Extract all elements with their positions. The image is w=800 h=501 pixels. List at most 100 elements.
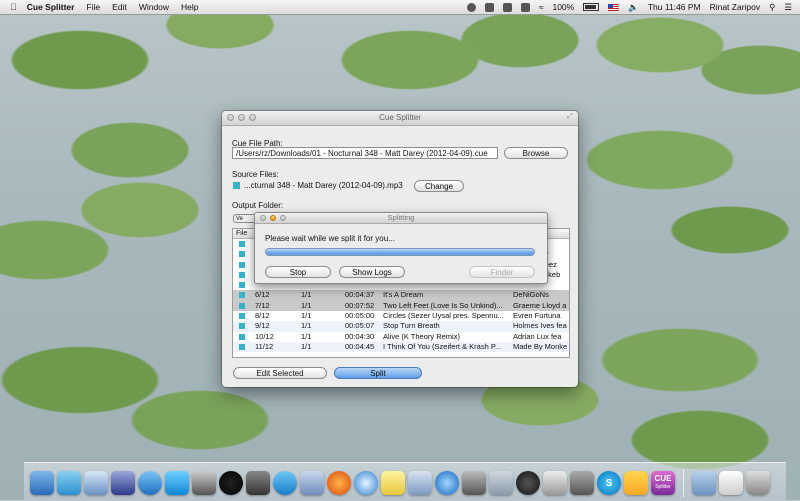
window-titlebar[interactable]: Cue Splitter ⤢ [222,111,578,126]
track-checkbox-icon[interactable] [239,323,245,330]
edit-selected-button[interactable]: Edit Selected [233,367,327,379]
track-time: 00:05:00 [345,311,375,321]
track-num: 8/12 [255,311,270,321]
wifi-icon[interactable]: ≈ [539,2,544,12]
mail-icon[interactable] [408,471,432,495]
track-checkbox-icon[interactable] [239,333,245,340]
source-file-name: ...cturnal 348 - Matt Darey (2012-04-09)… [244,181,403,190]
split-progress-fill [266,249,534,255]
stickies-icon[interactable] [381,471,405,495]
itunes-icon[interactable] [435,471,459,495]
track-checkbox-icon[interactable] [239,251,245,258]
track-checkbox-icon[interactable] [239,282,245,289]
track-checkbox-icon[interactable] [239,271,245,278]
splitting-titlebar[interactable]: Splitting [255,213,547,224]
show-logs-button[interactable]: Show Logs [339,266,405,278]
apple-menu-icon[interactable]:  [10,2,17,12]
clock[interactable]: Thu 11:46 PM [648,2,701,12]
splitting-minimize-button[interactable] [270,215,276,221]
network-icon[interactable] [138,471,162,495]
text-editor-icon[interactable] [84,471,108,495]
track-checkbox-icon[interactable] [239,313,245,320]
track-artist: DeNiGoNs [513,290,549,300]
menu-extras: ≈ 100% 🔈 Thu 11:46 PM Rinat Zaripov ⚲ ☰ [466,2,792,13]
volume-icon[interactable]: 🔈 [628,2,639,13]
split-button[interactable]: Split [334,367,422,379]
finder-icon[interactable] [30,471,54,495]
notification-center-icon[interactable]: ☰ [784,2,792,13]
documents-stack-icon[interactable] [719,471,743,495]
skype-icon[interactable]: S [597,471,621,495]
splitting-zoom-button[interactable] [280,215,286,221]
jetbrains-icon[interactable] [165,471,189,495]
track-checkbox-icon[interactable] [239,302,245,309]
firefox-icon[interactable] [327,471,351,495]
stop-button[interactable]: Stop [265,266,331,278]
status-icon[interactable] [466,2,476,12]
scissors-icon[interactable] [489,471,513,495]
table-row[interactable]: 9/12 1/1 00:05:07 Stop Turn Breath Holmes Iv… [233,321,569,332]
table-row[interactable]: 7/12 1/1 00:07:52 Two Left Feet (Love Is So… [233,300,569,312]
zoom-button[interactable] [249,114,256,121]
battery-percent[interactable]: 100% [552,2,574,12]
close-button[interactable] [227,114,234,121]
preview-icon[interactable] [300,471,324,495]
audio-file-icon [233,182,240,189]
track-disc: 1/1 [301,290,312,300]
track-time: 00:05:07 [345,321,375,331]
table-row[interactable]: 10/12 1/1 00:04:30 Alive (K Theory Remix) Ad… [233,332,569,342]
input-source-flag-icon[interactable] [608,3,620,11]
browse-button[interactable]: Browse [504,147,568,159]
menu-bar:  Cue Splitter File Edit Window Help ≈ 1… [0,0,800,15]
bluetooth-icon[interactable] [520,2,530,12]
user-name[interactable]: Rinat Zaripov [710,2,761,12]
fullscreen-icon[interactable]: ⤢ [566,113,574,121]
spotlight-search-icon[interactable]: ⚲ [769,2,775,13]
utility-icon[interactable] [192,471,216,495]
menu-edit[interactable]: Edit [112,2,127,12]
battery-icon[interactable] [583,3,600,11]
track-disc: 1/1 [301,311,312,321]
menu-file[interactable]: File [86,2,100,12]
tools-icon[interactable] [570,471,594,495]
track-checkbox-icon[interactable] [239,292,245,299]
camera-icon[interactable] [219,471,243,495]
menu-window[interactable]: Window [139,2,169,12]
window-title: Cue Splitter [379,113,421,122]
splitting-close-button[interactable] [260,215,266,221]
cue-splitter-dock-icon[interactable]: CUE Splitter [651,471,675,495]
splitting-traffic-lights [260,215,286,221]
table-row[interactable]: 11/12 1/1 00:04:45 I Think Of You (Szeifert… [233,341,569,353]
change-button[interactable]: Change [414,180,464,192]
document-icon[interactable] [543,471,567,495]
track-artist: Adrian Lux fea [513,331,562,341]
dashboard-icon[interactable] [516,471,540,495]
track-checkbox-icon[interactable] [239,241,245,247]
track-disc: 1/1 [301,341,312,351]
wunderlist-icon[interactable] [624,471,648,495]
app-store-icon[interactable] [57,471,81,495]
minimize-button[interactable] [238,114,245,121]
menu-help[interactable]: Help [181,2,198,12]
settings-icon[interactable] [462,471,486,495]
table-row[interactable]: 6/12 1/1 00:04:37 It's A Dream DeNiGoNs [233,290,569,301]
track-title: It's A Dream [383,290,424,300]
track-checkbox-icon[interactable] [239,261,245,268]
system-tool-icon[interactable] [246,471,270,495]
menu-app-name[interactable]: Cue Splitter [27,2,75,12]
trash-icon[interactable] [746,471,770,495]
track-artist: Graeme Lloyd a [513,300,567,310]
time-machine-icon[interactable] [502,2,512,12]
split-progress-bar [265,248,535,256]
xcode-icon[interactable] [111,471,135,495]
track-title: I Think Of You (Szeifert & Krash P... [383,341,502,351]
safari-app-store-icon[interactable] [273,471,297,495]
sync-icon[interactable] [484,2,494,12]
safari-icon[interactable] [354,471,378,495]
cue-path-field[interactable]: /Users/rz/Downloads/01 - Nocturnal 348 -… [232,147,498,159]
track-checkbox-icon[interactable] [239,343,245,350]
folder-icon[interactable] [692,471,716,495]
finder-button[interactable]: Finder [469,266,535,278]
output-folder-label: Output Folder: [232,201,284,210]
table-row[interactable]: 8/12 1/1 00:05:00 Circles (Sezer Uysal pres… [233,311,569,321]
